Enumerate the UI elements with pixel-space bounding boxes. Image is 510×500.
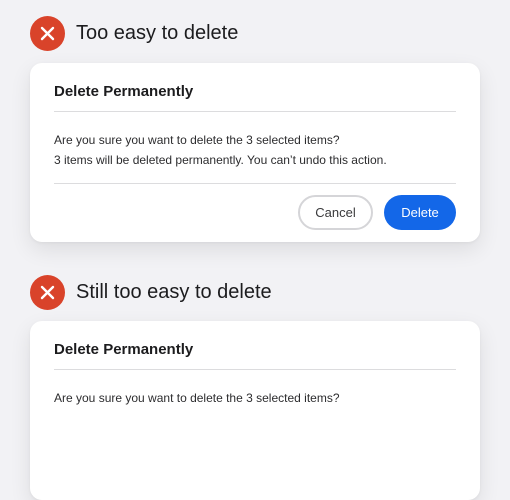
divider xyxy=(54,183,456,184)
dialog-message-line-2: 3 items will be deleted permanently. You… xyxy=(54,153,387,167)
dialog-message: Are you sure you want to delete the 3 se… xyxy=(54,388,340,408)
dialog-title: Delete Permanently xyxy=(54,341,194,358)
example-2-heading: Still too easy to delete xyxy=(76,281,272,303)
delete-button[interactable]: Delete xyxy=(384,195,456,230)
delete-dialog-2: Delete Permanently Are you sure you want… xyxy=(30,321,480,500)
dialog-message: Are you sure you want to delete the 3 se… xyxy=(54,130,387,170)
cancel-button[interactable]: Cancel xyxy=(298,195,373,230)
delete-dialog-1: Delete Permanently Are you sure you want… xyxy=(30,63,480,242)
dialog-message-line-1: Are you sure you want to delete the 3 se… xyxy=(54,391,340,405)
close-x-icon xyxy=(30,275,65,310)
example-1-heading: Too easy to delete xyxy=(76,22,239,44)
example-2-header: Still too easy to delete xyxy=(30,275,272,310)
divider xyxy=(54,369,456,370)
dialog-message-line-1: Are you sure you want to delete the 3 se… xyxy=(54,133,340,147)
divider xyxy=(54,111,456,112)
dialog-title: Delete Permanently xyxy=(54,83,194,100)
example-1-header: Too easy to delete xyxy=(30,16,238,51)
close-x-icon xyxy=(30,16,65,51)
